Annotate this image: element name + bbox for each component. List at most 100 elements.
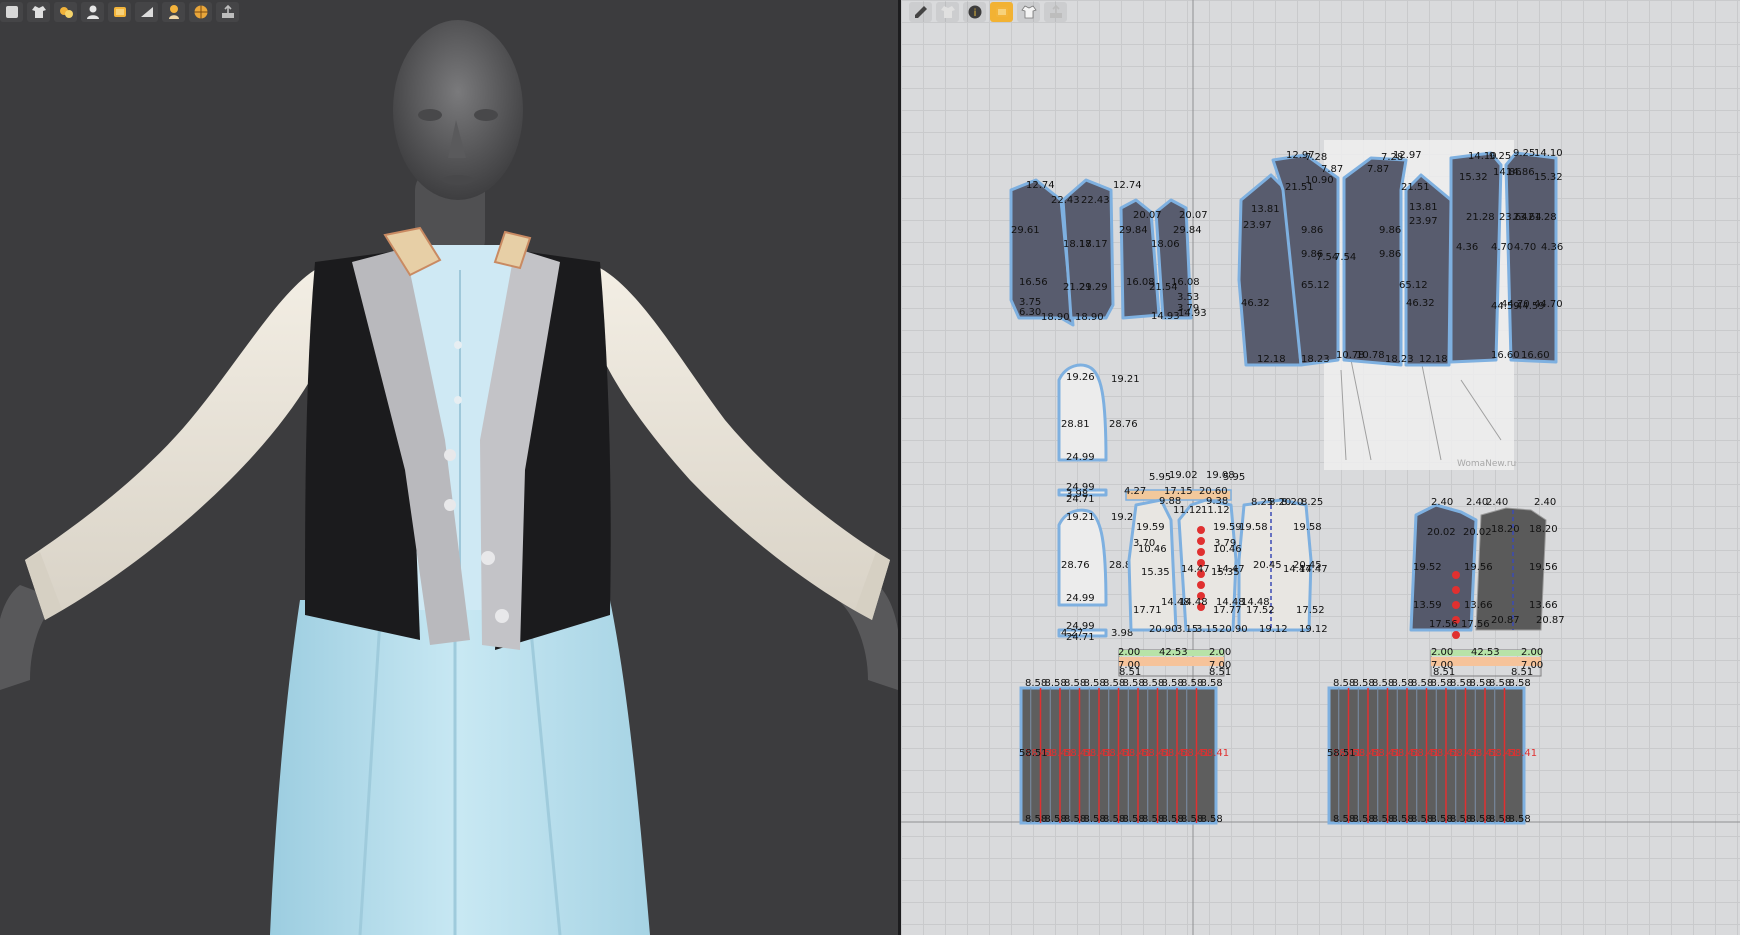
pattern-info-button[interactable]: i <box>963 2 986 22</box>
measure-label: 19.02 <box>1169 470 1198 481</box>
measure-label: 28.81 <box>1061 419 1090 430</box>
2d-pattern-window[interactable]: i WomaNew.ru 12.74 12.74 22.43 22.43 29.61 18… <box>901 0 1740 935</box>
avatar-frame-button[interactable] <box>0 2 23 22</box>
garment-button[interactable] <box>936 2 959 22</box>
texture-icon <box>113 7 126 17</box>
measure-label: 13.59 <box>1413 600 1442 611</box>
measure-label: 2.00 <box>1521 647 1543 658</box>
measure-label: 4.70 <box>1514 242 1536 253</box>
3d-toolbar <box>0 2 239 22</box>
fold-button[interactable] <box>135 2 158 22</box>
measure-label: 19.12 <box>1259 624 1288 635</box>
avatar-button[interactable] <box>81 2 104 22</box>
measure-label: 17.56 <box>1429 619 1458 630</box>
measure-label: 23.97 <box>1409 216 1438 227</box>
2d-toolbar: i <box>909 2 1067 22</box>
measure-label: 14.48 <box>1179 597 1208 608</box>
edit-pattern-button[interactable] <box>909 2 932 22</box>
skirt-edge-label: 58.51 <box>1019 748 1048 759</box>
back-vest-patterns[interactable]: 12.74 12.7422.43 22.4329.6118.1718.1716.56… <box>1009 178 1208 327</box>
measure-label: 18.90 <box>1041 312 1070 323</box>
globe-icon <box>194 5 207 19</box>
measure-label: 24.99 <box>1066 593 1095 604</box>
measure-label: 4.70 <box>1491 242 1513 253</box>
measure-label: 14.93 <box>1178 308 1207 319</box>
button-mark <box>1452 586 1460 594</box>
measure-label: 7.28 <box>1305 152 1327 163</box>
figure-button[interactable] <box>162 2 185 22</box>
shirt-left-sleeve <box>25 268 330 620</box>
side-vest-right-piece[interactable] <box>1504 151 1558 364</box>
measure-label: 20.90 <box>1149 624 1178 635</box>
svg-text:i: i <box>973 8 976 19</box>
measure-label: 16.56 <box>1019 277 1048 288</box>
pattern-canvas[interactable]: WomaNew.ru 12.74 12.7422.43 22.4329.6118.1… <box>901 0 1740 935</box>
measure-label: 12.74 <box>1113 180 1142 191</box>
buttonhole-mark <box>1197 526 1205 534</box>
measure-label: 14.86 <box>1506 167 1535 178</box>
measure-label: 12.18 <box>1257 354 1286 365</box>
watermark-text: WomaNew.ru <box>1457 459 1516 469</box>
measure-label: 9.25 <box>1489 151 1511 162</box>
side-vest-left-piece[interactable] <box>1449 151 1503 364</box>
garment-icon <box>940 6 955 18</box>
export-button[interactable] <box>216 2 239 22</box>
skirt-edge-label: 58.51 <box>1327 748 1356 759</box>
avatar-frame-icon <box>5 6 18 18</box>
measure-label: 22.43 <box>1051 195 1080 206</box>
export-icon <box>221 4 234 18</box>
sleeve-upper-2[interactable] <box>1057 508 1108 607</box>
measure-label: 2.40 <box>1431 497 1453 508</box>
measure-label: 9.86 <box>1301 225 1323 236</box>
texture-button[interactable] <box>108 2 131 22</box>
measure-label: 19.58 <box>1293 522 1322 533</box>
measure-label: 10.46 <box>1213 544 1242 555</box>
skirt-pattern-left[interactable]: 8.588.5858.418.588.5858.418.588.5858.418… <box>1019 678 1229 825</box>
measure-label: 20.90 <box>1219 624 1248 635</box>
measure-label: 2.00 <box>1431 647 1453 658</box>
measure-label: 21.51 <box>1401 182 1430 193</box>
measure-label: 2.00 <box>1209 647 1231 658</box>
measure-label: 19.52 <box>1413 562 1442 573</box>
sleeve-patterns[interactable]: 19.26 19.2128.81 28.7624.993.9824.9924.711… <box>1057 363 1140 643</box>
measure-label: 19.21 <box>1066 512 1095 523</box>
skirt-bottom-label: 8.58 <box>1509 814 1531 825</box>
measure-label: 10.78 <box>1356 350 1385 361</box>
measure-label: 24.99 <box>1066 482 1095 493</box>
avatar-head <box>393 20 523 260</box>
measure-label: 28.76 <box>1109 419 1138 430</box>
measure-label: 18.20 <box>1529 524 1558 535</box>
fabric-swatch-button[interactable] <box>54 2 77 22</box>
vest-lining-patterns[interactable]: 2.40 2.402.40 2.4020.02 20.02 18.20 18.2019.5… <box>1409 497 1565 678</box>
shirt-patterns[interactable]: 5.9519.02 19.085.954.27 17.15 20.609.88 9.38… <box>1118 470 1328 678</box>
3d-viewport[interactable] <box>0 0 898 935</box>
measure-label: 29.84 <box>1173 225 1202 236</box>
measure-label: 17.77 <box>1213 605 1242 616</box>
globe-button[interactable] <box>189 2 212 22</box>
measure-label: 3.15 <box>1196 624 1218 635</box>
measure-label: 44.70 <box>1534 299 1563 310</box>
shirt-right-sleeve <box>595 268 890 620</box>
skirt-bottom-label: 8.58 <box>1201 814 1223 825</box>
front-vest-patterns[interactable]: 12.977.287.8710.907.877.2812.9721.51 21.5… <box>1237 150 1453 367</box>
export-button[interactable] <box>1044 2 1067 22</box>
shirt-button[interactable] <box>1017 2 1040 22</box>
measure-label: 18.23 <box>1301 354 1330 365</box>
measure-label: 2.40 <box>1466 497 1488 508</box>
garment-button[interactable] <box>27 2 50 22</box>
measure-label: 46.32 <box>1406 298 1435 309</box>
skirt-pattern-right[interactable]: 8.588.5858.418.588.5858.418.588.5858.418… <box>1327 678 1537 825</box>
buttonhole-mark <box>1197 537 1205 545</box>
measure-label: 14.10 <box>1534 148 1563 159</box>
measure-label: 4.36 <box>1541 242 1563 253</box>
avatar-render[interactable] <box>0 0 898 935</box>
measure-label: 20.87 <box>1491 615 1520 626</box>
measure-label: 5.95 <box>1149 472 1171 483</box>
measure-label: 14.93 <box>1151 311 1180 322</box>
measure-label: 7.87 <box>1367 164 1389 175</box>
texture-button[interactable] <box>990 2 1013 22</box>
measure-label: 3.15 <box>1176 624 1198 635</box>
measure-label: 19.21 <box>1111 374 1140 385</box>
measure-label: 22.43 <box>1081 195 1110 206</box>
measure-label: 46.32 <box>1241 298 1270 309</box>
